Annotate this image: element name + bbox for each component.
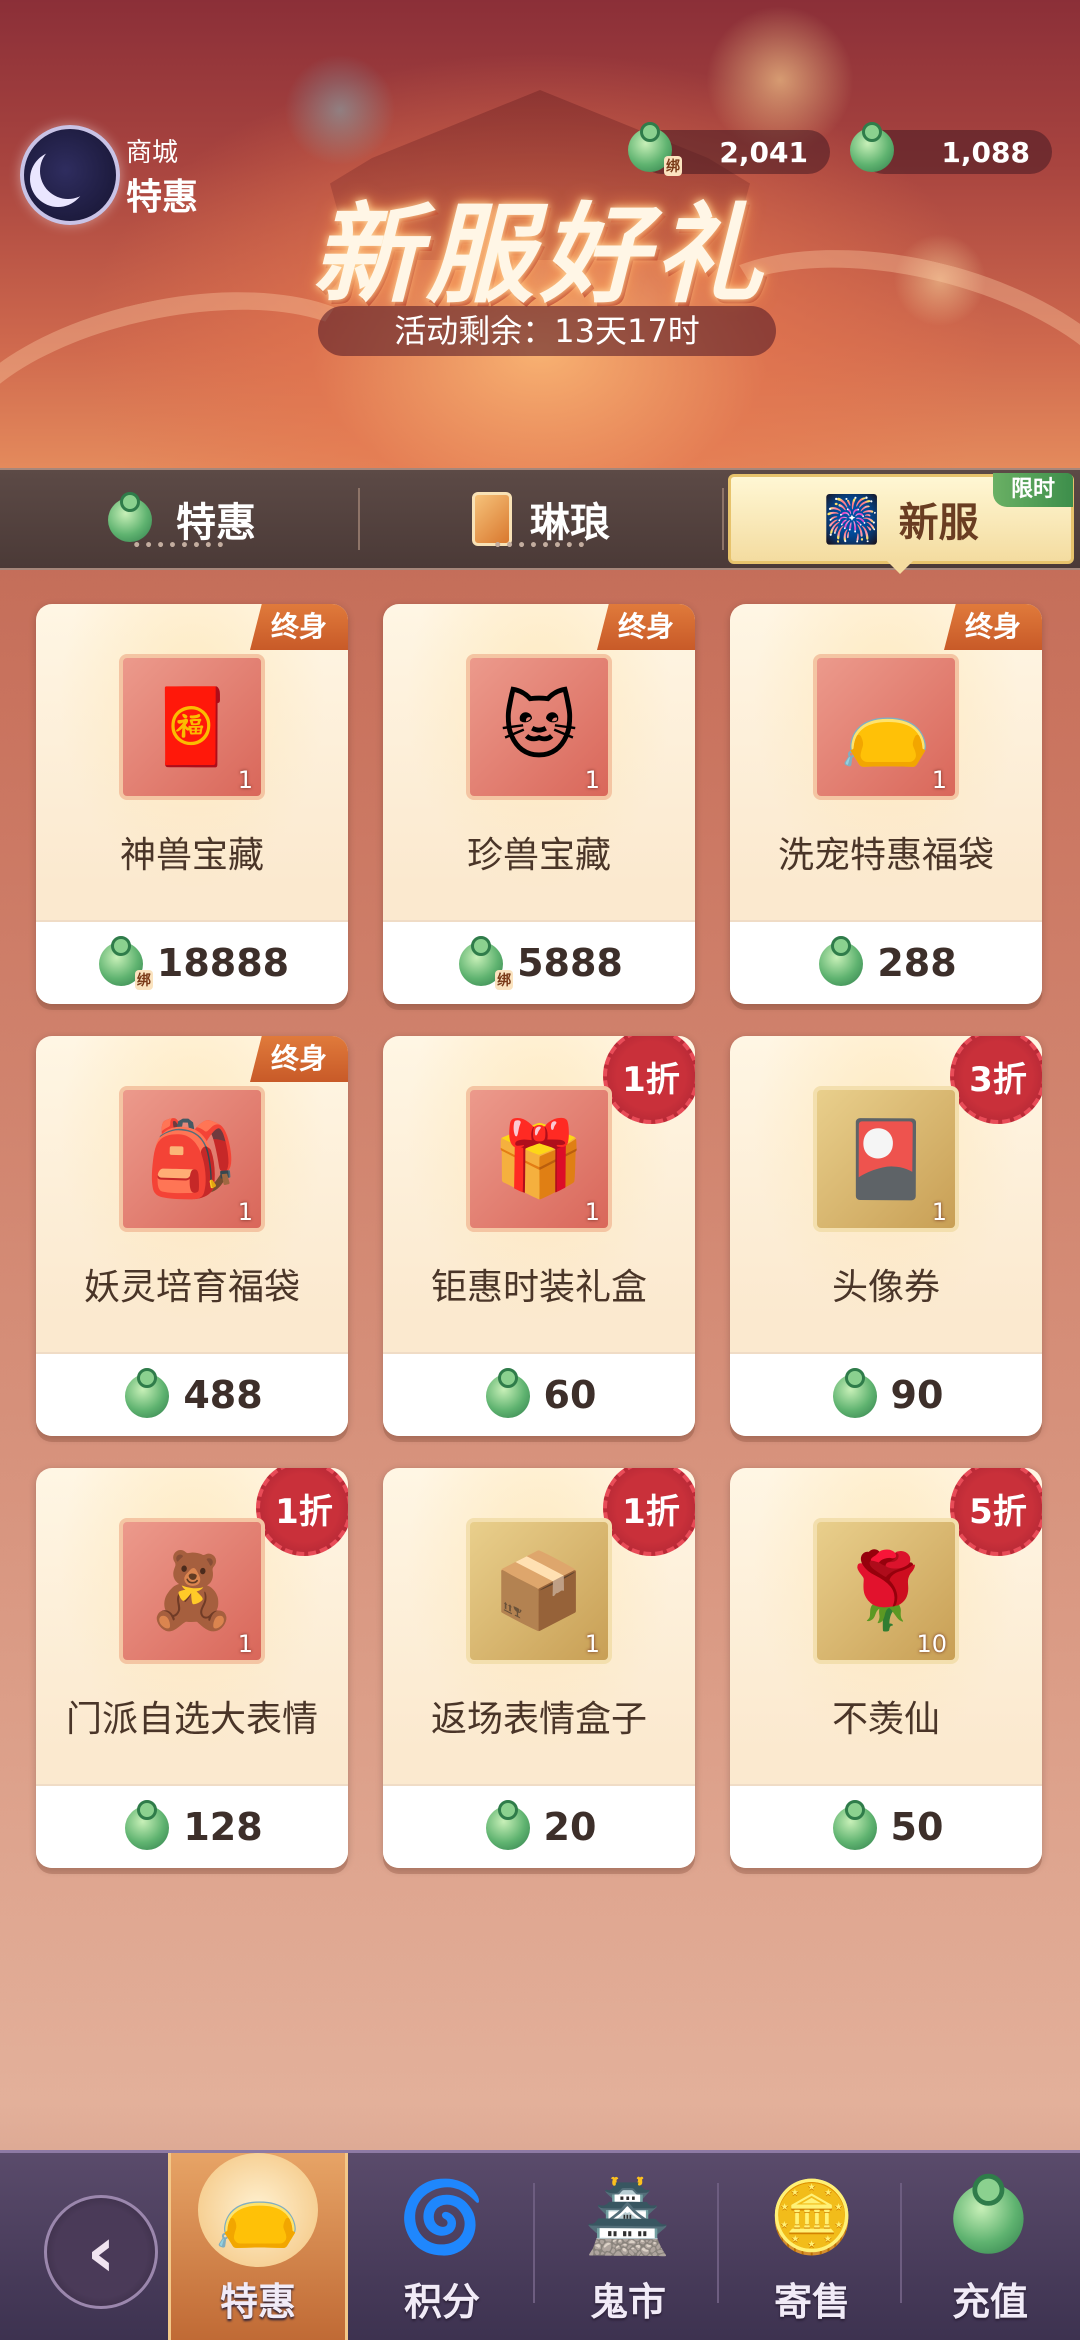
lifetime-tag: 终身 bbox=[250, 1036, 348, 1082]
item-name: 珍兽宝藏 bbox=[466, 835, 611, 876]
bottom-navigation: ‹ 👝 特惠 🌀 积分 🏯 鬼市 🪙 寄售 充值 bbox=[0, 2150, 1080, 2340]
nav-recharge[interactable]: 充值 bbox=[900, 2153, 1080, 2340]
price-button[interactable]: 绑 18888 bbox=[36, 920, 348, 1004]
jade-coin-icon bbox=[482, 1368, 536, 1422]
nav-label: 积分 bbox=[403, 2280, 480, 2324]
item-name: 门派自选大表情 bbox=[65, 1699, 318, 1740]
item-card[interactable]: 终身 🧧 1 神兽宝藏 绑 18888 bbox=[36, 604, 348, 1004]
active-tab-caret bbox=[886, 560, 914, 574]
item-price: 18888 bbox=[156, 941, 290, 985]
category-tab-bar: 特惠 •••••••• 琳琅 •••••••• 🎆 新服 限时 bbox=[0, 468, 1080, 570]
jade-coin-icon bbox=[815, 936, 869, 990]
item-price: 5888 bbox=[517, 941, 623, 985]
sect-emote-box-icon: 🧸 1 bbox=[119, 1518, 265, 1664]
item-card[interactable]: 3折 🎴 1 头像券 90 bbox=[730, 1036, 1042, 1436]
item-price: 90 bbox=[890, 1373, 944, 1417]
jade-coin-icon bbox=[121, 1800, 175, 1854]
emote-box-icon: 📦 1 bbox=[466, 1518, 612, 1664]
shop-subtitle: 商城 bbox=[126, 138, 179, 168]
price-button[interactable]: 60 bbox=[383, 1352, 695, 1436]
price-button[interactable]: 128 bbox=[36, 1784, 348, 1868]
item-price: 20 bbox=[543, 1805, 597, 1849]
item-name: 返场表情盒子 bbox=[430, 1699, 647, 1740]
nav-divider bbox=[533, 2183, 535, 2303]
item-price: 488 bbox=[183, 1373, 263, 1417]
bound-currency-amount: 2,041 bbox=[719, 135, 808, 169]
item-card[interactable]: 1折 🧸 1 门派自选大表情 128 bbox=[36, 1468, 348, 1868]
tab-new-server[interactable]: 🎆 新服 限时 bbox=[728, 473, 1074, 564]
tab-dots-decoration: •••••••• bbox=[132, 538, 228, 554]
nav-label: 充值 bbox=[951, 2280, 1028, 2324]
price-button[interactable]: 20 bbox=[383, 1784, 695, 1868]
tab-label: 新服 bbox=[898, 500, 979, 546]
main-currency-amount: 1,088 bbox=[941, 135, 1030, 169]
price-button[interactable]: 488 bbox=[36, 1352, 348, 1436]
item-card[interactable]: 1折 🎁 1 钜惠时装礼盒 60 bbox=[383, 1036, 695, 1436]
price-button[interactable]: 288 bbox=[730, 920, 1042, 1004]
item-card[interactable]: 5折 🌹 10 不羡仙 50 bbox=[730, 1468, 1042, 1868]
lucky-bag-icon: 👝 bbox=[198, 2153, 318, 2267]
nav-consignment[interactable]: 🪙 寄售 bbox=[722, 2153, 902, 2340]
jade-coin-icon bbox=[829, 1368, 883, 1422]
beast-treasure-bag-icon: 🧧 1 bbox=[119, 654, 265, 800]
item-price: 128 bbox=[183, 1805, 263, 1849]
nav-label: 寄售 bbox=[773, 2280, 850, 2324]
lifetime-tag: 终身 bbox=[250, 604, 348, 650]
item-card[interactable]: 终身 🎒 1 妖灵培育福袋 488 bbox=[36, 1036, 348, 1436]
firework-decoration bbox=[280, 50, 400, 170]
nav-label: 特惠 bbox=[219, 2280, 296, 2324]
price-button[interactable]: 90 bbox=[730, 1352, 1042, 1436]
item-name: 神兽宝藏 bbox=[119, 835, 264, 876]
item-price: 288 bbox=[877, 941, 957, 985]
item-price: 60 bbox=[543, 1373, 597, 1417]
jade-coin-icon bbox=[829, 1800, 883, 1854]
tab-divider bbox=[722, 488, 724, 550]
bound-jade-coin-icon: 绑 bbox=[455, 936, 514, 990]
item-card[interactable]: 终身 🐱 1 珍兽宝藏 绑 5888 bbox=[383, 604, 695, 1004]
header-banner: 商城 特惠 绑 2,041 1,088 新服好礼 活动剩余：13天17时 bbox=[0, 0, 1080, 468]
item-name: 不羡仙 bbox=[831, 1699, 940, 1740]
lifetime-tag: 终身 bbox=[944, 604, 1042, 650]
swirl-icon: 🌀 bbox=[398, 2175, 486, 2258]
bound-jade-coin-icon: 绑 bbox=[95, 936, 153, 990]
item-name: 钜惠时装礼盒 bbox=[430, 1267, 647, 1308]
market-house-icon: 🏯 bbox=[584, 2175, 672, 2258]
avatar-voucher-icon: 🎴 1 bbox=[813, 1086, 959, 1232]
back-arrow-icon[interactable]: ‹ bbox=[44, 2195, 158, 2309]
nav-ghost-market[interactable]: 🏯 鬼市 bbox=[538, 2153, 718, 2340]
item-name: 洗宠特惠福袋 bbox=[777, 835, 994, 876]
tab-linlang[interactable]: 琳琅 •••••••• bbox=[360, 470, 722, 568]
item-card[interactable]: 1折 📦 1 返场表情盒子 20 bbox=[383, 1468, 695, 1868]
limited-time-badge: 限时 bbox=[993, 473, 1073, 507]
firework-rocket-icon: 🎆 bbox=[823, 491, 881, 546]
spirit-nurture-bag-icon: 🎒 1 bbox=[119, 1086, 265, 1232]
gold-ingot-icon: 🪙 bbox=[768, 2175, 856, 2258]
nav-points[interactable]: 🌀 积分 bbox=[352, 2153, 532, 2340]
jade-coin-icon bbox=[940, 2167, 1040, 2267]
price-button[interactable]: 绑 5888 bbox=[383, 920, 695, 1004]
item-name: 妖灵培育福袋 bbox=[83, 1267, 300, 1308]
lifetime-tag: 终身 bbox=[597, 604, 695, 650]
rare-beast-treasure-bag-icon: 🐱 1 bbox=[466, 654, 612, 800]
jade-coin-icon bbox=[121, 1368, 175, 1422]
jade-coin-icon bbox=[482, 1800, 536, 1854]
event-countdown: 活动剩余：13天17时 bbox=[318, 306, 776, 356]
tab-dots-decoration: •••••••• bbox=[493, 538, 589, 554]
tab-special-offer[interactable]: 特惠 •••••••• bbox=[0, 470, 360, 568]
item-name: 头像券 bbox=[831, 1267, 940, 1308]
pet-wash-lucky-bag-icon: 👝 1 bbox=[813, 654, 959, 800]
nav-divider bbox=[717, 2183, 719, 2303]
item-price: 50 bbox=[890, 1805, 944, 1849]
nav-label: 鬼市 bbox=[589, 2280, 666, 2324]
nav-special-offer[interactable]: 👝 特惠 bbox=[168, 2153, 348, 2340]
rose-bouquet-icon: 🌹 10 bbox=[813, 1518, 959, 1664]
price-button[interactable]: 50 bbox=[730, 1784, 1042, 1868]
fashion-gift-box-icon: 🎁 1 bbox=[466, 1086, 612, 1232]
item-card[interactable]: 终身 👝 1 洗宠特惠福袋 288 bbox=[730, 604, 1042, 1004]
banner-title: 新服好礼 bbox=[311, 192, 768, 318]
